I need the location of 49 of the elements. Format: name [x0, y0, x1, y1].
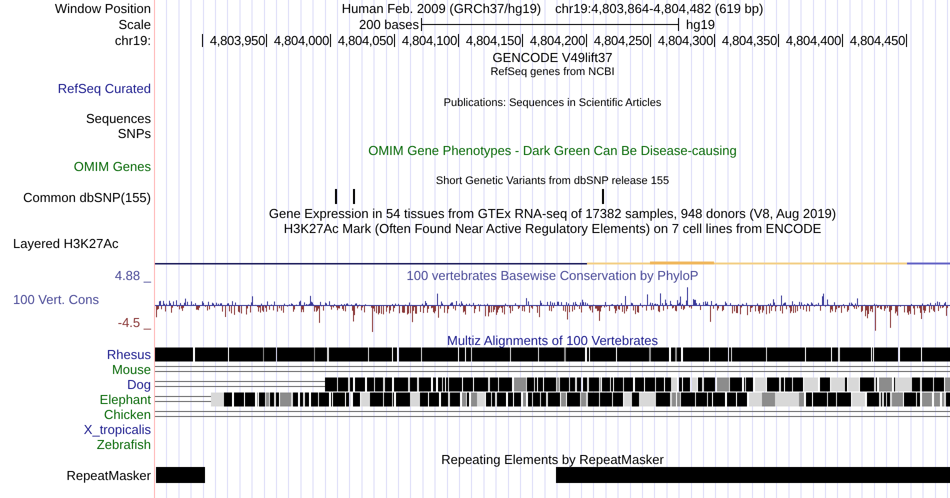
track-title: Gene Expression in 54 tissues from GTEx RNA-seq of 17382 samples, 948 donors (V8, Aug 2019)	[268, 206, 836, 221]
track-label: Zebrafish	[96, 437, 151, 452]
ruler-label: 4,804,150	[466, 33, 521, 48]
track-label: SNPs	[118, 126, 151, 141]
track-label: RepeatMasker	[66, 468, 151, 482]
snp-tick	[335, 189, 337, 204]
track-label: Layered H3K27Ac	[13, 236, 119, 250]
ruler-label: 4,804,100	[402, 33, 457, 48]
track-label: OMIM Genes	[74, 158, 151, 174]
row-label: Window Position	[54, 0, 151, 16]
ruler-label: 4,804,300	[658, 33, 713, 48]
track-label: Mouse	[112, 362, 151, 377]
assembly-label: hg19	[686, 16, 715, 32]
track-label: Elephant	[100, 392, 151, 407]
track-label: RefSeq Curated	[58, 80, 151, 96]
track-label: 100 Vert. Cons	[12, 292, 99, 306]
ruler-label: 4,804,000	[274, 33, 329, 48]
repeat-block	[156, 467, 205, 483]
ruler-label: 4,804,250	[594, 33, 649, 48]
row-label: chr19:	[114, 33, 151, 48]
position-title: chr19:4,803,864-4,804,482 (619 bp)	[555, 0, 764, 16]
track-title: Multiz Alignments of 100 Vertebrates	[446, 332, 658, 348]
track-title: Repeating Elements by RepeatMasker	[441, 452, 664, 467]
track-label: X_tropicalis	[84, 422, 151, 437]
row-label: Scale	[118, 16, 151, 32]
track-title: Short Genetic Variants from dbSNP release 155	[436, 174, 670, 188]
snp-tick	[602, 189, 604, 204]
ruler-label: 4,804,200	[530, 33, 585, 48]
assembly-title: Human Feb. 2009 (GRCh37/hg19)	[342, 0, 542, 16]
ruler-label: 4,804,400	[786, 33, 841, 48]
track-label: Rhesus	[106, 347, 151, 362]
ruler-label: 4,804,450	[850, 33, 905, 48]
track-title: Publications: Sequences in Scientific Articles	[444, 97, 662, 110]
axis-min-label: -4.5 _	[118, 315, 151, 330]
track-label: Common dbSNP(155)	[23, 190, 151, 205]
scale-label: 200 bases	[359, 16, 419, 32]
ruler-label: 4,804,350	[722, 33, 777, 48]
track-label: Chicken	[104, 407, 151, 422]
track-title: RefSeq genes from NCBI	[490, 66, 615, 79]
track-title: H3K27Ac Mark (Often Found Near Active Regulatory Elements) on 7 cell lines from ENCODE	[284, 220, 822, 236]
snp-tick	[353, 189, 355, 204]
track-title: OMIM Gene Phenotypes - Dark Green Can Be Disease-causing	[368, 142, 737, 158]
ruler-label: 4,804,050	[338, 33, 393, 48]
track-label: Sequences	[86, 111, 151, 126]
track-title: GENCODE V49lift37	[492, 50, 612, 64]
ruler-label: 4,803,950	[210, 33, 265, 48]
track-title: 100 vertebrates Basewise Conservation by PhyloP	[406, 268, 698, 283]
track-label: Dog	[127, 377, 151, 392]
axis-max-label: 4.88 _	[114, 268, 151, 283]
